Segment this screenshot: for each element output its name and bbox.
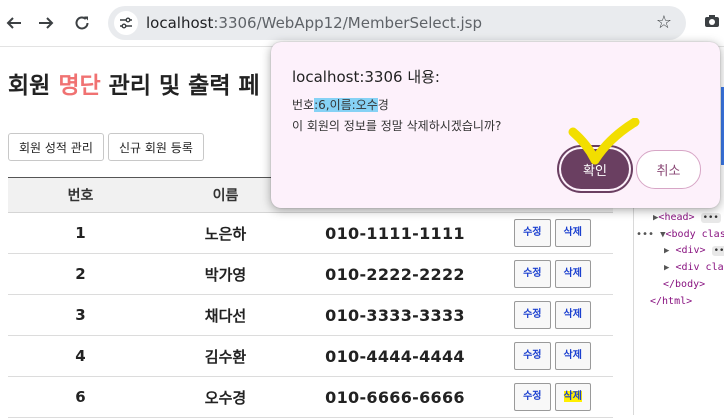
page-title: 회원 명단 관리 및 출력 페 xyxy=(8,73,260,99)
browser-toolbar: localhost:3306/WebApp12/MemberSelect.jsp… xyxy=(0,0,724,47)
dt-div-line-2[interactable]: ▶ <div cla xyxy=(664,262,724,273)
confirm-dialog: localhost:3306 내용: 번호:6,이름:오수경 이 회원의 정보를… xyxy=(271,42,720,208)
member-table: 번호 이름 1 노은하 010-1111-1111 수정 삭제 2 박가영 010… xyxy=(8,177,613,418)
header-no: 번호 xyxy=(8,177,153,213)
delete-label: 삭제 xyxy=(563,391,582,402)
delete-button[interactable]: 삭제 xyxy=(554,260,591,288)
camera-icon[interactable] xyxy=(704,13,720,29)
row-actions: 수정 삭제 xyxy=(492,335,613,377)
member-name: 채다선 xyxy=(153,294,298,336)
member-no: 6 xyxy=(8,376,153,418)
table-row: 2 박가영 010-2222-2222 수정 삭제 xyxy=(8,253,613,295)
forward-icon[interactable] xyxy=(32,9,60,37)
dialog-message-line1: 번호:6,이름:오수경 xyxy=(292,98,389,112)
delete-button[interactable]: 삭제 xyxy=(554,342,591,370)
member-phone: 010-2222-2222 xyxy=(298,253,492,295)
reload-icon[interactable] xyxy=(68,9,96,37)
url-text: localhost:3306/WebApp12/MemberSelect.jsp xyxy=(146,14,483,32)
table-row: 1 노은하 010-1111-1111 수정 삭제 xyxy=(8,212,613,254)
cancel-button[interactable]: 취소 xyxy=(636,150,701,189)
member-phone: 010-1111-1111 xyxy=(298,212,492,254)
dialog-message-line2: 이 회원의 정보를 정말 삭제하시겠습니까? xyxy=(292,119,502,133)
selected-text: :6,이름:오수 xyxy=(314,98,378,112)
member-name: 노은하 xyxy=(153,212,298,254)
delete-button[interactable]: 삭제 xyxy=(554,219,591,247)
dt-body-line[interactable]: ••• ▼<body clas xyxy=(636,229,724,240)
member-name: 오수경 xyxy=(153,376,298,418)
member-no: 2 xyxy=(8,253,153,295)
dt-close-html: </html> xyxy=(650,296,693,307)
member-phone: 010-6666-6666 xyxy=(298,376,492,418)
delete-button-highlighted[interactable]: 삭제 xyxy=(554,383,591,411)
site-info-icon[interactable] xyxy=(114,11,138,35)
dt-close-body: </body> xyxy=(663,279,706,290)
dt-div-line-1[interactable]: ▶ <div> ••• xyxy=(664,245,724,256)
member-no: 4 xyxy=(8,335,153,377)
edit-button[interactable]: 수정 xyxy=(514,301,551,329)
member-no: 1 xyxy=(8,212,153,254)
score-management-button[interactable]: 회원 성적 관리 xyxy=(8,133,104,161)
edit-button[interactable]: 수정 xyxy=(514,219,551,247)
back-icon[interactable] xyxy=(0,9,28,37)
member-name: 김수환 xyxy=(153,335,298,377)
table-row: 4 김수환 010-4444-4444 수정 삭제 xyxy=(8,335,613,377)
edit-button[interactable]: 수정 xyxy=(514,260,551,288)
member-no: 3 xyxy=(8,294,153,336)
row-actions: 수정 삭제 xyxy=(492,376,613,418)
edit-button[interactable]: 수정 xyxy=(514,342,551,370)
delete-button[interactable]: 삭제 xyxy=(554,301,591,329)
row-actions: 수정 삭제 xyxy=(492,294,613,336)
address-bar[interactable]: localhost:3306/WebApp12/MemberSelect.jsp… xyxy=(108,6,686,40)
row-actions: 수정 삭제 xyxy=(492,212,613,254)
bookmark-star-icon[interactable]: ☆ xyxy=(656,12,672,33)
dialog-title: localhost:3306 내용: xyxy=(292,68,440,86)
table-row: 3 채다선 010-3333-3333 수정 삭제 xyxy=(8,294,613,336)
annotation-checkmark-icon xyxy=(568,118,640,165)
member-name: 박가영 xyxy=(153,253,298,295)
row-actions: 수정 삭제 xyxy=(492,253,613,295)
new-member-button[interactable]: 신규 회원 등록 xyxy=(108,133,204,161)
member-phone: 010-4444-4444 xyxy=(298,335,492,377)
table-row: 6 오수경 010-6666-6666 수정 삭제 xyxy=(8,376,613,418)
member-phone: 010-3333-3333 xyxy=(298,294,492,336)
edit-button[interactable]: 수정 xyxy=(514,383,551,411)
dt-head-line[interactable]: ▶<head> ••• < xyxy=(653,212,724,223)
